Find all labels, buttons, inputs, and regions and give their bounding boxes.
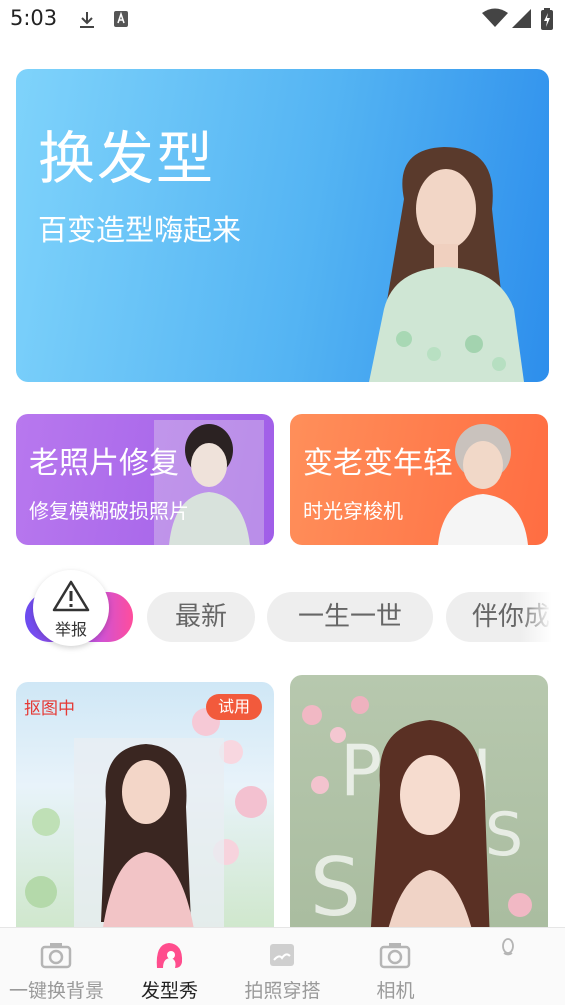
- tab-latest[interactable]: 最新: [147, 592, 255, 642]
- wifi-icon: [482, 8, 508, 27]
- svg-text:S: S: [310, 841, 361, 934]
- bottom-navigation: 一键换背景 发型秀 拍照穿搭 相机: [0, 927, 565, 1005]
- status-bar: 5:03: [0, 0, 565, 40]
- card-subtitle: 修复模糊破损照片: [29, 499, 189, 523]
- hairstyle-banner[interactable]: 换发型 百变造型嗨起来: [16, 69, 549, 382]
- hero-title: 换发型: [38, 126, 215, 192]
- status-time: 5:03: [10, 6, 58, 30]
- report-label: 举报: [54, 620, 87, 639]
- template-photo-image: P N S S: [302, 696, 532, 942]
- trial-badge: 试用: [206, 694, 262, 720]
- svg-text:S: S: [485, 800, 523, 870]
- hero-subtitle: 百变造型嗨起来: [38, 213, 242, 247]
- camera-icon: [40, 943, 72, 969]
- download-icon: [80, 12, 94, 28]
- old-photo-repair-card[interactable]: 老照片修复 修复模糊破损照片: [16, 414, 274, 545]
- nav-outfit-photo[interactable]: 拍照穿搭: [226, 928, 339, 1005]
- tab-lifetime[interactable]: 一生一世: [267, 592, 433, 642]
- nav-background-swap[interactable]: 一键换背景: [0, 928, 113, 1005]
- camera-icon: [379, 943, 411, 969]
- nav-label: 一键换背景: [8, 980, 104, 1002]
- nav-camera[interactable]: 相机: [339, 928, 452, 1005]
- model-portrait-image: [369, 147, 524, 382]
- hairstyle-icon: [156, 943, 183, 968]
- hairstyle-template-card[interactable]: 抠图中 试用: [16, 682, 274, 942]
- battery-icon: [541, 8, 553, 30]
- svg-text:P: P: [340, 730, 382, 812]
- tabs-fade: [520, 586, 565, 648]
- font-icon: [114, 11, 128, 27]
- nav-hairstyle-show[interactable]: 发型秀: [113, 928, 226, 1005]
- card-subtitle: 时光穿梭机: [303, 499, 403, 523]
- report-button[interactable]: 举报: [33, 570, 109, 646]
- warning-icon: [52, 580, 90, 612]
- nav-label: 拍照穿搭: [244, 980, 321, 1002]
- template-photo-image: [25, 708, 267, 942]
- age-transform-card[interactable]: 变老变年轻 时光穿梭机: [290, 414, 548, 545]
- signal-icon: [512, 9, 531, 28]
- nav-profile[interactable]: [452, 928, 565, 1005]
- nav-label: 相机: [376, 980, 415, 1002]
- card-title: 变老变年轻: [303, 446, 453, 481]
- spring-template-card[interactable]: P N S S: [290, 675, 548, 942]
- nav-label: 发型秀: [140, 980, 198, 1002]
- photo-icon: [270, 944, 294, 966]
- card-title: 老照片修复: [29, 446, 179, 481]
- cutout-status: 抠图中: [24, 699, 75, 719]
- profile-icon: [502, 938, 514, 956]
